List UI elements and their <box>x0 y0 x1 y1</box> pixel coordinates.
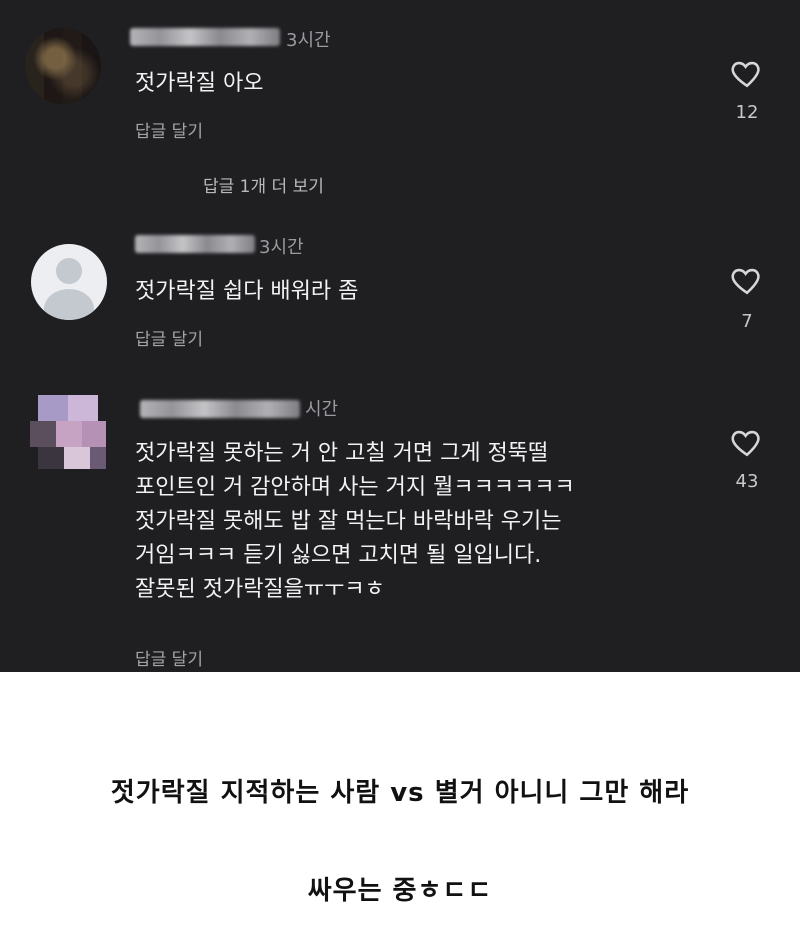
caption-line-2: 싸우는 중ㅎㄷㄷ <box>307 876 493 906</box>
comment-time: 시간 <box>305 399 339 420</box>
user-avatar[interactable] <box>25 28 101 104</box>
comment-text: 젓가락질 못하는 거 안 고칠 거면 그게 정뚝떨 포인트인 거 감안하며 사는… <box>135 441 575 602</box>
view-more-replies-button[interactable]: 답글 1개 더 보기 <box>203 172 324 197</box>
comment-text: 젓가락질 쉽다 배워라 좀 <box>135 279 359 304</box>
heart-icon[interactable] <box>730 263 764 297</box>
username-blurred[interactable] <box>130 28 280 46</box>
like-count: 12 <box>735 102 759 123</box>
reply-button[interactable]: 답글 달기 <box>135 645 203 670</box>
comment-time: 3시간 <box>259 237 304 258</box>
heart-icon[interactable] <box>730 425 764 459</box>
heart-icon[interactable] <box>730 56 764 90</box>
comment-time: 3시간 <box>286 30 331 51</box>
comment-text: 젓가락질 아오 <box>135 71 264 96</box>
comment-section: 3시간 젓가락질 아오 답글 달기 12 답글 1개 더 보기 3시간 젓가락질… <box>0 0 800 672</box>
like-count: 43 <box>735 471 759 492</box>
caption-line-1: 젓가락질 지적하는 사람 vs 별거 아니니 그만 해라 <box>110 778 690 808</box>
like-count: 7 <box>741 311 753 332</box>
reply-button[interactable]: 답글 달기 <box>135 117 203 142</box>
user-avatar[interactable] <box>30 395 106 471</box>
username-blurred[interactable] <box>140 400 300 418</box>
username-blurred[interactable] <box>135 235 255 253</box>
reply-button[interactable]: 답글 달기 <box>135 325 203 350</box>
default-avatar-icon[interactable] <box>31 244 107 320</box>
